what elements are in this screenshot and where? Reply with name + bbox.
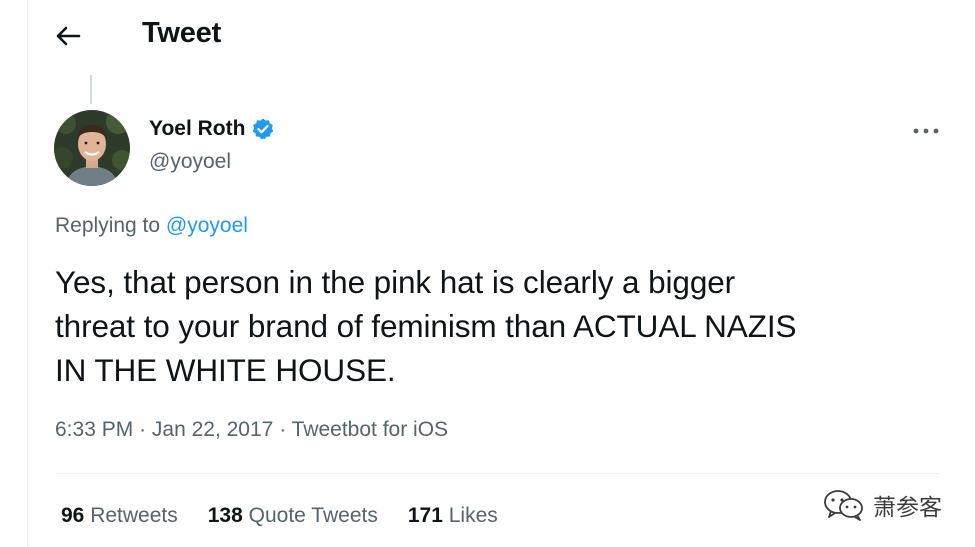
- tweet-source[interactable]: Tweetbot for iOS: [292, 418, 448, 441]
- quote-tweets-label: Quote Tweets: [248, 504, 378, 527]
- likes-stat[interactable]: 171 Likes: [408, 504, 498, 528]
- tweet-text-line: IN THE WHITE HOUSE.: [55, 352, 396, 388]
- quote-tweets-stat[interactable]: 138 Quote Tweets: [208, 504, 378, 528]
- author-name: Yoel Roth: [149, 117, 246, 140]
- retweets-label: Retweets: [90, 504, 178, 527]
- likes-label: Likes: [448, 504, 498, 527]
- tweet-date[interactable]: Jan 22, 2017: [152, 418, 273, 441]
- tweet-meta: 6:33 PM · Jan 22, 2017 · Tweetbot for iO…: [55, 418, 448, 442]
- tweet-time[interactable]: 6:33 PM: [55, 418, 133, 441]
- author-name-link[interactable]: Yoel Roth: [149, 117, 275, 141]
- replying-prefix: Replying to: [55, 214, 161, 237]
- meta-separator: ·: [279, 418, 287, 441]
- divider: [55, 473, 940, 474]
- tweet-text: Yes, that person in the pink hat is clea…: [55, 260, 935, 392]
- watermark: 萧参客: [823, 488, 942, 522]
- tweet-text-line: threat to your brand of feminism than AC…: [55, 308, 797, 344]
- replying-to-mention[interactable]: @yoyoel: [166, 214, 248, 237]
- avatar-image: [54, 110, 130, 186]
- page-title: Tweet: [142, 17, 222, 49]
- verified-badge-icon: [253, 118, 274, 140]
- more-options-button[interactable]: [906, 118, 946, 144]
- watermark-text: 萧参客: [873, 495, 942, 521]
- likes-count: 171: [407, 504, 443, 527]
- column-border: [27, 0, 28, 547]
- more-horizontal-icon: [913, 128, 939, 134]
- avatar[interactable]: [54, 110, 130, 186]
- replying-to: Replying to @yoyoel: [55, 214, 248, 238]
- back-button[interactable]: [50, 18, 86, 54]
- tweet-stats: 96 Retweets 138 Quote Tweets 171 Likes: [61, 504, 498, 528]
- retweets-count: 96: [61, 504, 85, 527]
- quote-tweets-count: 138: [207, 504, 243, 527]
- retweets-stat[interactable]: 96 Retweets: [61, 504, 178, 528]
- arrow-left-icon: [56, 26, 81, 46]
- wechat-icon: [824, 490, 863, 521]
- tweet-text-line: Yes, that person in the pink hat is clea…: [55, 264, 736, 300]
- tweet-page: Tweet Yoel Roth @yoyoel Replying to @yoy…: [0, 0, 975, 547]
- meta-separator: ·: [139, 418, 147, 441]
- author-handle[interactable]: @yoyoel: [149, 150, 231, 174]
- thread-connector-line: [90, 75, 92, 104]
